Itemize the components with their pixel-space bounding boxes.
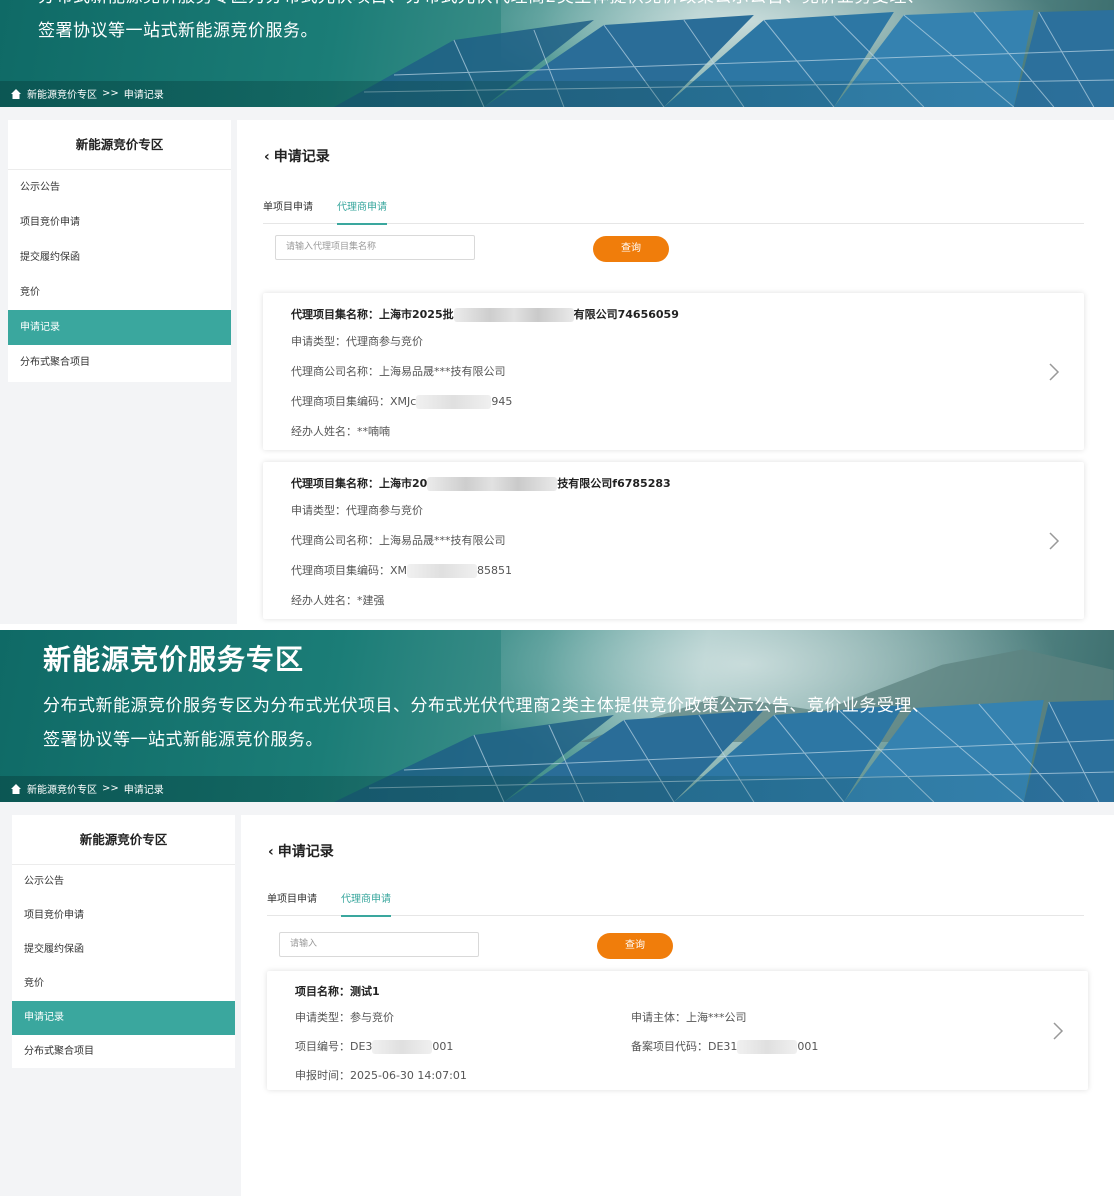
- tab-agent[interactable]: 代理商申请: [341, 892, 391, 917]
- sidebar-item-project-bid[interactable]: 项目竞价申请: [8, 205, 231, 240]
- breadcrumb-root[interactable]: 新能源竞价专区: [27, 781, 97, 796]
- banner: 分布式新能源竞价服务专区为分布式光伏项目、分布式光伏代理商2类主体提供竞价政策公…: [0, 0, 1114, 107]
- screenshot-agent-tab: 分布式新能源竞价服务专区为分布式光伏项目、分布式光伏代理商2类主体提供竞价政策公…: [0, 0, 1114, 624]
- tab-bar: 单项目申请 代理商申请: [267, 892, 1084, 917]
- tab-single-project[interactable]: 单项目申请: [267, 892, 317, 916]
- chevron-right-icon[interactable]: [1048, 362, 1060, 382]
- sidebar-title: 新能源竞价专区: [8, 120, 231, 170]
- chevron-left-icon[interactable]: ‹: [264, 149, 270, 165]
- chevron-right-icon[interactable]: [1048, 531, 1060, 551]
- breadcrumb-current: 申请记录: [123, 785, 164, 796]
- banner-description: 分布式新能源竞价服务专区为分布式光伏项目、分布式光伏代理商2类主体提供竞价政策公…: [38, 0, 924, 41]
- sidebar-item-aggregation[interactable]: 分布式聚合项目: [8, 345, 231, 380]
- main-panel: ‹ 申请记录 单项目申请 代理商申请 请输入 查询 项目名称：测试1 申请类型：参…: [241, 815, 1114, 1196]
- breadcrumb-current: 申请记录: [123, 90, 164, 101]
- sidebar-item-project-bid[interactable]: 项目竞价申请: [12, 899, 235, 933]
- sidebar-item-guarantee[interactable]: 提交履约保函: [12, 933, 235, 967]
- record-card[interactable]: 代理项目集名称：上海市2025批 有限公司74656059 申请类型：代理商参与竞…: [263, 293, 1084, 450]
- sidebar-item-records[interactable]: 申请记录: [8, 310, 231, 345]
- home-icon[interactable]: [10, 88, 22, 100]
- breadcrumb-separator: >>: [102, 783, 119, 794]
- sidebar-item-aggregation[interactable]: 分布式聚合项目: [12, 1035, 235, 1069]
- sidebar-item-announcements[interactable]: 公示公告: [8, 170, 231, 205]
- chevron-right-icon[interactable]: [1052, 1021, 1064, 1041]
- sidebar-item-guarantee[interactable]: 提交履约保函: [8, 240, 231, 275]
- tab-bar: 单项目申请 代理商申请: [263, 200, 1084, 225]
- breadcrumb-root[interactable]: 新能源竞价专区: [27, 86, 97, 101]
- breadcrumb-separator: >>: [102, 88, 119, 99]
- record-card[interactable]: 项目名称：测试1 申请类型：参与竞价 申请主体：上海***公司 项目编号：DE3…: [267, 971, 1088, 1090]
- screenshot-project-record: 新能源竞价服务专区 分布式新能源竞价服务专区为分布式光伏项目、分布式光伏代理商2…: [0, 630, 1114, 1196]
- main-panel: ‹ 申请记录 单项目申请 代理商申请 请输入代理项目集名称 查询 代理项目集名称：…: [237, 120, 1114, 624]
- sidebar: 新能源竞价专区 公示公告 项目竞价申请 提交履约保函 竞价 申请记录 分布式聚合…: [8, 120, 231, 382]
- banner-title: 新能源竞价服务专区: [43, 643, 305, 676]
- query-button[interactable]: 查询: [597, 933, 673, 959]
- chevron-left-icon[interactable]: ‹: [268, 844, 274, 860]
- search-input[interactable]: 请输入代理项目集名称: [275, 235, 475, 260]
- sidebar-item-bidding[interactable]: 竞价: [8, 275, 231, 310]
- sidebar-item-announcements[interactable]: 公示公告: [12, 865, 235, 899]
- sidebar-item-records[interactable]: 申请记录: [12, 1001, 235, 1035]
- breadcrumb: 新能源竞价专区 >> 申请记录: [10, 86, 164, 101]
- tab-agent[interactable]: 代理商申请: [337, 200, 387, 225]
- query-button[interactable]: 查询: [593, 236, 669, 262]
- breadcrumb: 新能源竞价专区 >> 申请记录: [10, 781, 164, 796]
- sidebar: 新能源竞价专区 公示公告 项目竞价申请 提交履约保函 竞价 申请记录 分布式聚合…: [12, 815, 235, 1068]
- page-title: ‹ 申请记录: [264, 149, 330, 165]
- search-input[interactable]: 请输入: [279, 932, 479, 957]
- sidebar-title: 新能源竞价专区: [12, 815, 235, 865]
- tab-single-project[interactable]: 单项目申请: [263, 200, 313, 224]
- banner: 新能源竞价服务专区 分布式新能源竞价服务专区为分布式光伏项目、分布式光伏代理商2…: [0, 630, 1114, 802]
- page-title: ‹ 申请记录: [268, 844, 334, 860]
- home-icon[interactable]: [10, 783, 22, 795]
- sidebar-item-bidding[interactable]: 竞价: [12, 967, 235, 1001]
- record-card[interactable]: 代理项目集名称：上海市20 技有限公司f6785283 申请类型：代理商参与竞价 …: [263, 462, 1084, 619]
- banner-description: 分布式新能源竞价服务专区为分布式光伏项目、分布式光伏代理商2类主体提供竞价政策公…: [43, 696, 930, 750]
